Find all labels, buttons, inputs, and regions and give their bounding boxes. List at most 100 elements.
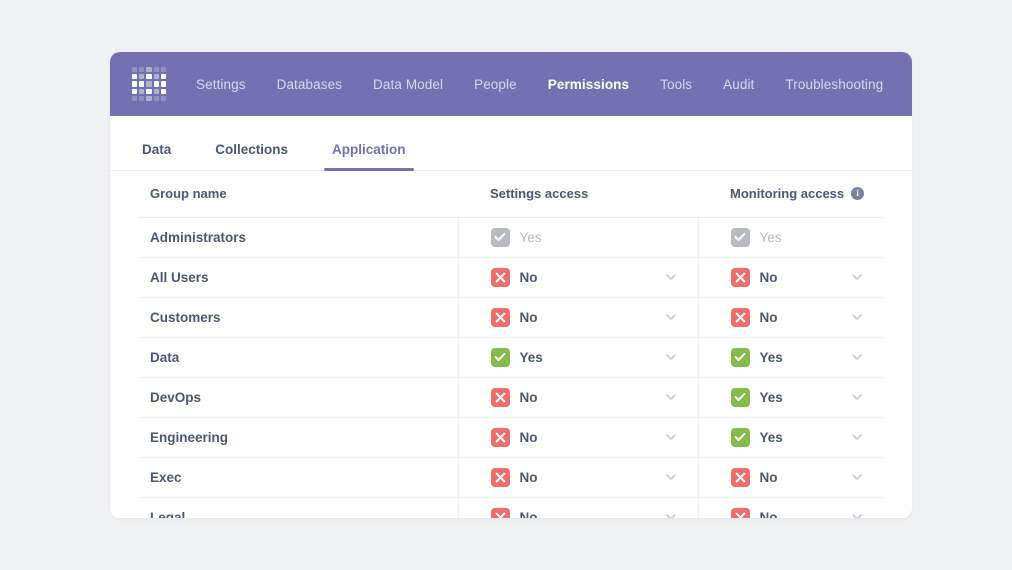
nav-link-data-model[interactable]: Data Model xyxy=(373,77,443,92)
monitoring-cell[interactable]: Yes xyxy=(697,417,884,458)
logo-dot-2-0 xyxy=(132,81,138,87)
check-icon[interactable] xyxy=(730,427,750,447)
nav-link-databases[interactable]: Databases xyxy=(277,77,342,92)
cross-icon[interactable] xyxy=(730,307,750,327)
check-icon[interactable] xyxy=(490,347,510,367)
chevron-down-icon[interactable] xyxy=(850,390,864,404)
logo-dot-4-2 xyxy=(146,95,152,101)
check-icon[interactable] xyxy=(730,387,750,407)
check-icon xyxy=(490,227,510,247)
monitoring-value: No xyxy=(730,267,778,287)
logo-dot-2-3 xyxy=(153,81,159,87)
logo-dot-3-0 xyxy=(132,88,138,94)
page-root: Settings Databases Data Model People Permiss… xyxy=(0,0,1012,570)
nav-link-audit[interactable]: Audit xyxy=(723,77,754,92)
settings-cell[interactable]: No xyxy=(457,377,698,418)
chevron-down-icon[interactable] xyxy=(850,310,864,324)
group-name-cell: Data xyxy=(138,337,458,378)
monitoring-cell[interactable]: No xyxy=(697,497,884,518)
monitoring-control: No xyxy=(730,307,865,327)
metabase-logo-icon[interactable] xyxy=(132,67,166,101)
settings-label: No xyxy=(519,269,538,285)
group-name-cell: Exec xyxy=(138,457,458,498)
logo-dot-4-0 xyxy=(132,95,138,101)
logo-dot-1-2 xyxy=(146,74,152,80)
logo-dot-0-2 xyxy=(146,67,152,73)
cross-icon[interactable] xyxy=(730,267,750,287)
settings-cell[interactable]: No xyxy=(457,297,698,338)
group-name-cell: Legal xyxy=(150,509,186,518)
nav-link-people[interactable]: People xyxy=(474,77,517,92)
check-icon[interactable] xyxy=(730,347,750,367)
chevron-down-icon[interactable] xyxy=(664,470,678,484)
subtab-application[interactable]: Application xyxy=(324,142,414,171)
table-row: Customers No No xyxy=(138,297,884,338)
chevron-down-icon[interactable] xyxy=(850,350,864,364)
column-header-settings-access-label: Settings access xyxy=(490,186,589,202)
monitoring-cell[interactable]: No xyxy=(697,297,884,338)
permissions-subtabs: Data Collections Application xyxy=(110,116,912,171)
monitoring-label: Yes xyxy=(759,429,783,445)
logo-dot-4-3 xyxy=(153,95,159,101)
monitoring-label: No xyxy=(759,469,778,485)
monitoring-cell[interactable]: Yes xyxy=(697,377,884,418)
group-name-cell: All Users xyxy=(138,257,458,298)
settings-value: No xyxy=(490,467,538,487)
logo-dot-1-0 xyxy=(132,74,138,80)
settings-cell[interactable]: Yes xyxy=(457,337,698,378)
table-row: Data Yes Yes xyxy=(138,337,884,378)
monitoring-control: Yes xyxy=(730,387,865,407)
cross-icon[interactable] xyxy=(490,307,510,327)
info-icon[interactable]: i xyxy=(851,187,865,201)
logo-dot-0-4 xyxy=(160,67,166,73)
chevron-down-icon[interactable] xyxy=(850,430,864,444)
settings-control: No xyxy=(490,267,678,287)
monitoring-label: No xyxy=(759,269,778,285)
monitoring-cell[interactable]: No xyxy=(697,257,884,298)
permissions-table-container[interactable]: Group name Settings access Monitoring ac… xyxy=(110,171,912,518)
chevron-down-icon[interactable] xyxy=(664,510,678,518)
cross-icon[interactable] xyxy=(730,507,750,518)
monitoring-value: Yes xyxy=(730,387,783,407)
monitoring-cell[interactable]: No xyxy=(697,457,884,498)
monitoring-cell[interactable]: Yes xyxy=(697,337,884,378)
subtab-collections[interactable]: Collections xyxy=(207,142,296,170)
cross-icon[interactable] xyxy=(490,467,510,487)
settings-cell: Yes xyxy=(457,217,698,258)
monitoring-value: No xyxy=(730,307,778,327)
nav-link-tools[interactable]: Tools xyxy=(660,77,692,92)
monitoring-control: Yes xyxy=(730,347,865,367)
monitoring-control: Yes xyxy=(730,227,865,247)
table-body: Administrators Yes Yes All Users No No Custome… xyxy=(138,217,884,518)
chevron-down-icon[interactable] xyxy=(850,270,864,284)
settings-value: No xyxy=(490,307,538,327)
monitoring-value: Yes xyxy=(730,227,782,247)
subtab-data[interactable]: Data xyxy=(134,142,179,170)
cross-icon[interactable] xyxy=(490,427,510,447)
cross-icon[interactable] xyxy=(730,467,750,487)
chevron-down-icon[interactable] xyxy=(664,310,678,324)
chevron-down-icon[interactable] xyxy=(664,270,678,284)
chevron-down-icon[interactable] xyxy=(850,510,864,518)
table-row: Exec No No xyxy=(138,457,884,498)
settings-label: No xyxy=(519,429,538,445)
settings-cell[interactable]: No xyxy=(457,457,698,498)
cross-icon[interactable] xyxy=(490,267,510,287)
cross-icon[interactable] xyxy=(490,507,510,518)
cross-icon[interactable] xyxy=(490,387,510,407)
settings-label: No xyxy=(519,309,538,325)
nav-link-permissions[interactable]: Permissions xyxy=(548,77,629,92)
monitoring-value: Yes xyxy=(730,347,783,367)
settings-cell[interactable]: No xyxy=(457,497,698,518)
settings-cell[interactable]: No xyxy=(457,417,698,458)
chevron-down-icon[interactable] xyxy=(664,350,678,364)
nav-link-settings[interactable]: Settings xyxy=(196,77,246,92)
chevron-down-icon[interactable] xyxy=(664,430,678,444)
monitoring-cell: Yes xyxy=(697,217,884,258)
chevron-down-icon[interactable] xyxy=(664,390,678,404)
chevron-down-icon[interactable] xyxy=(850,470,864,484)
monitoring-value: No xyxy=(730,507,778,518)
nav-link-troubleshooting[interactable]: Troubleshooting xyxy=(785,77,883,92)
settings-cell[interactable]: No xyxy=(457,257,698,298)
monitoring-control: No xyxy=(730,467,865,487)
